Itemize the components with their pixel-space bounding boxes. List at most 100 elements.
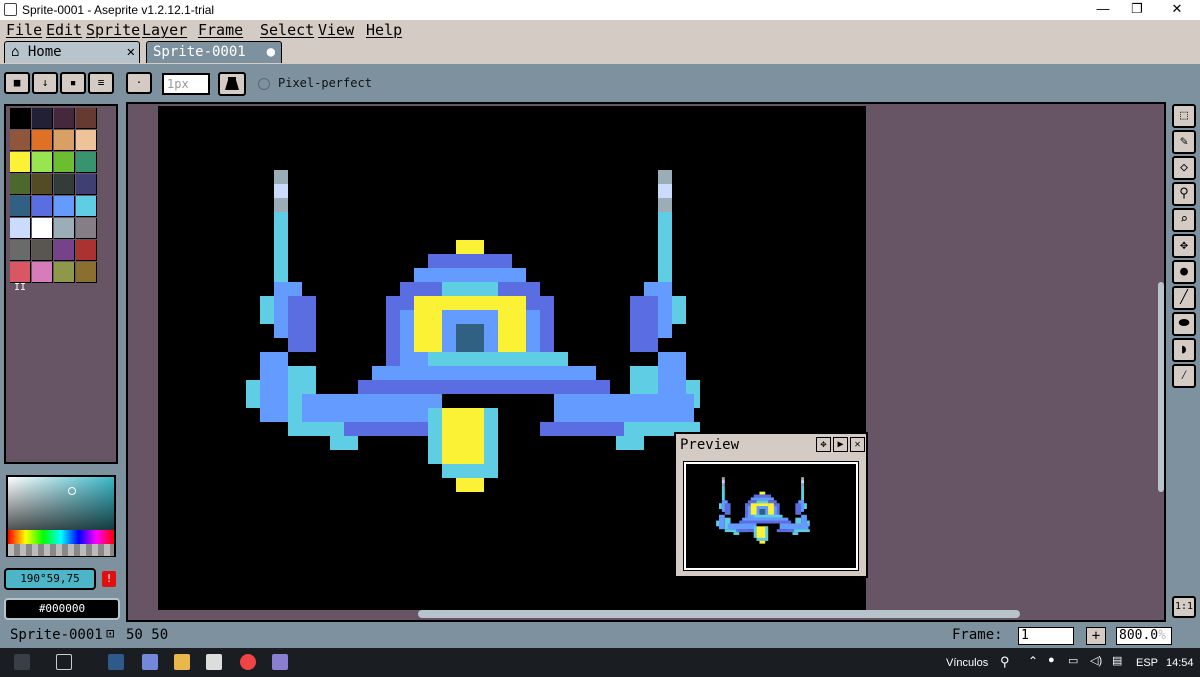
palette-swatch[interactable] (10, 218, 31, 239)
palette-swatch[interactable] (76, 240, 97, 261)
pencil-icon[interactable]: ✎ (1172, 130, 1196, 154)
bookmark-icon[interactable]: ▪ (60, 72, 86, 94)
marquee-icon[interactable]: ⬚ (1172, 104, 1196, 128)
palette-swatch[interactable] (32, 108, 53, 129)
palette-swatch[interactable] (54, 130, 75, 151)
background-color-button[interactable]: #000000 (4, 598, 120, 620)
sprite-editor[interactable] (126, 102, 1166, 622)
task-view-icon[interactable] (56, 654, 72, 670)
clock[interactable]: 14:54 (1166, 657, 1194, 669)
ime-icon[interactable]: ▤ (1112, 654, 1122, 667)
palette-swatch[interactable] (54, 174, 75, 195)
discord-tray-icon[interactable]: ● (1048, 654, 1055, 666)
zoom-input[interactable]: 800.0% (1116, 627, 1172, 645)
palette-swatch[interactable] (54, 152, 75, 173)
palette-swatch[interactable] (76, 130, 97, 151)
palette-swatch[interactable] (10, 240, 31, 261)
preview-window[interactable]: Preview ✥ ▶ ✕ (674, 432, 868, 578)
palette-swatch[interactable] (32, 130, 53, 151)
people-icon[interactable]: ⚲ (1000, 654, 1010, 670)
palette-swatch[interactable] (10, 152, 31, 173)
palette-swatch[interactable] (10, 130, 31, 151)
pixel-perfect-checkbox[interactable] (258, 78, 270, 90)
tab-sprite[interactable]: Sprite-0001 ● (146, 41, 282, 63)
tray-chevron-icon[interactable]: ⌃ (1028, 654, 1038, 668)
palette-swatch[interactable] (76, 218, 97, 239)
contour-icon[interactable]: ◗ (1172, 338, 1196, 362)
hamburger-menu-icon[interactable]: ≡ (88, 72, 114, 94)
close-window-button[interactable]: ✕ (1154, 0, 1200, 20)
palette-swatch[interactable] (54, 196, 75, 217)
eraser-icon[interactable]: ◇ (1172, 156, 1196, 180)
palette-swatch[interactable] (76, 262, 97, 283)
palette-swatch[interactable] (76, 196, 97, 217)
volume-icon[interactable]: ◁) (1090, 654, 1102, 667)
add-frame-button[interactable]: + (1086, 627, 1106, 645)
menu-file[interactable]: File (6, 21, 42, 39)
hue-slider[interactable] (8, 530, 114, 544)
brush-type-button[interactable]: · (126, 72, 152, 94)
vscode-icon[interactable] (108, 654, 124, 670)
palette-swatch[interactable] (32, 240, 53, 261)
palette-swatch[interactable] (76, 108, 97, 129)
brush-size-input[interactable]: 1px (162, 73, 210, 95)
frame-input[interactable]: 1 (1018, 627, 1074, 645)
fill-icon[interactable]: ● (1172, 260, 1196, 284)
tab-close-icon[interactable]: ✕ (127, 42, 135, 62)
play-icon[interactable]: ▶ (833, 437, 848, 452)
palette-swatch[interactable] (54, 218, 75, 239)
alpha-slider[interactable] (8, 544, 114, 556)
menu-help[interactable]: Help (366, 21, 402, 39)
ellipse-icon[interactable]: ⬬ (1172, 312, 1196, 336)
windows-start-icon[interactable] (14, 654, 30, 670)
palette-swatch[interactable] (54, 240, 75, 261)
palette-swatch[interactable] (54, 108, 75, 129)
palette-menu-icon[interactable]: II (14, 282, 26, 293)
move-icon[interactable]: ✥ (1172, 234, 1196, 258)
language-indicator[interactable]: ESP (1136, 657, 1158, 669)
canvas-size-icon: ⊡ (106, 626, 115, 642)
lock-icon[interactable]: ■ (4, 72, 30, 94)
vertical-scrollbar[interactable] (1158, 282, 1164, 492)
palette-swatch[interactable] (32, 174, 53, 195)
palette-swatch[interactable] (32, 262, 53, 283)
chrome-icon[interactable] (240, 654, 256, 670)
aseprite-task-icon[interactable] (206, 654, 222, 670)
tab-home[interactable]: ⌂ Home ✕ (4, 41, 140, 63)
menu-edit[interactable]: Edit (46, 21, 82, 39)
network-icon[interactable]: ▭ (1068, 654, 1078, 667)
foreground-color-button[interactable]: 190°59,75 (4, 568, 96, 590)
eyedropper-icon[interactable]: ⚲ (1172, 182, 1196, 206)
palette-swatch[interactable] (76, 174, 97, 195)
ink-bucket-icon[interactable] (218, 72, 246, 96)
arrow-down-icon[interactable]: ↓ (32, 72, 58, 94)
palette-swatch[interactable] (10, 262, 31, 283)
folder-icon[interactable] (174, 654, 190, 670)
palette-swatch[interactable] (32, 218, 53, 239)
menu-select[interactable]: Select (260, 21, 314, 39)
palette-swatch[interactable] (76, 152, 97, 173)
palette-swatch[interactable] (10, 108, 31, 129)
palette-swatch[interactable] (32, 196, 53, 217)
line-icon[interactable]: ╱ (1172, 286, 1196, 310)
menu-frame[interactable]: Frame (198, 21, 243, 39)
blur-icon[interactable]: ⁄ (1172, 364, 1196, 388)
palette-swatch[interactable] (54, 262, 75, 283)
zoom-icon[interactable]: ⌕ (1172, 208, 1196, 232)
links-toolbar[interactable]: Vínculos (946, 657, 988, 669)
menu-view[interactable]: View (318, 21, 354, 39)
paint-icon[interactable] (272, 654, 288, 670)
center-icon[interactable]: ✥ (816, 437, 831, 452)
palette-swatch[interactable] (10, 196, 31, 217)
spectrum-cursor[interactable] (68, 487, 76, 495)
sprite-pixel-block (428, 408, 442, 464)
menu-layer[interactable]: Layer (142, 21, 187, 39)
menu-sprite[interactable]: Sprite (86, 21, 140, 39)
close-preview-icon[interactable]: ✕ (850, 437, 865, 452)
zoom-1-1-button[interactable]: 1:1 (1172, 596, 1196, 618)
warning-icon[interactable]: ! (102, 571, 116, 587)
discord-icon[interactable] (142, 654, 158, 670)
palette-swatch[interactable] (32, 152, 53, 173)
palette-swatch[interactable] (10, 174, 31, 195)
horizontal-scrollbar[interactable] (418, 610, 1020, 618)
